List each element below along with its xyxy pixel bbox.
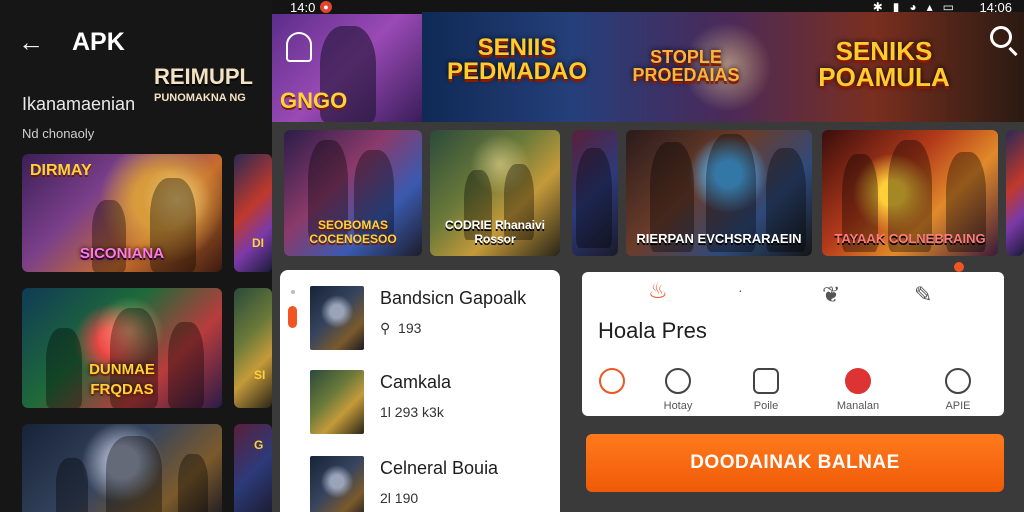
list-item[interactable]: Celneral Bouia 2l 190 [310,456,550,512]
tile-caption-top: DUNMAE [89,361,155,378]
section-subtitle: Nd chonaoly [22,126,95,141]
account-icon[interactable] [286,32,312,62]
nav-item-profile[interactable]: Poile [726,368,806,412]
user-icon [945,368,971,394]
app-bar: ← APK [0,20,272,64]
game-tile[interactable]: DUNMAE FRQDAS [22,288,222,408]
scroll-indicator[interactable] [288,306,297,328]
page-title: APK [72,28,125,56]
overlay-logo: REIMUPL PUNOMAKNA NG [154,64,272,114]
tag-icon[interactable]: ❦ [822,282,840,308]
game-tile[interactable]: DIRMAY SICONIANA [22,154,222,272]
list-item-title: Camkala [380,372,452,392]
card-caption: RIERPAN EVCHSRARAEIN [636,231,802,246]
card-caption: CODRIE Rhanaivi Rossor [444,218,546,246]
list-item-meta: ⚲ 193 [380,320,422,336]
edit-icon[interactable]: ✎ [914,282,932,308]
app-name: Hoala Pres [598,318,707,343]
card-caption: SEOBOMAS COCENOESOO [309,218,397,246]
scroll-dot [291,290,295,294]
chat-icon [599,368,625,394]
arrow-left-icon[interactable]: ← [18,28,46,56]
list-item-meta: 2l 190 [380,490,419,506]
app-screen: ← APK REIMUPL PUNOMAKNA NG Ikanamaenian … [0,0,1024,512]
list-item[interactable]: Camkala 1l 293 k3k [310,370,550,440]
notification-icon: ● [320,1,332,13]
game-tile-partial[interactable]: G [234,424,272,512]
game-card[interactable]: RIERPAN EVCHSRARAEIN [626,130,812,256]
tile-caption: FRQDAS [90,381,154,398]
shield-icon [665,368,691,394]
app-thumbnail [310,456,364,512]
nav-item-apk[interactable]: APIE [918,368,998,412]
app-details: ♨ · ❦ ✎ Hoala Pres Hotay Poile Manalan A… [582,262,1004,416]
folder-icon [753,368,779,394]
arrow-badge [954,262,964,272]
overlay-logo-bottom: PUNOMAKNA NG [154,92,246,104]
status-time: 14:0 [290,0,316,15]
app-thumbnail [310,370,364,434]
game-icon [845,368,871,394]
list-item-title: Celneral Bouia [380,458,499,478]
overlay-logo-top: REIMUPL [154,64,253,89]
list-item-count: 193 [398,320,422,336]
list-item-meta: 1l 293 k3k [380,404,444,420]
tile-logo: DIRMAY [30,162,92,179]
banner-logo: GNGO [280,88,348,113]
tile-caption: SICONIANA [79,245,165,262]
list-item-title: Bandsicn Gapoalk [380,288,527,308]
banner-title: SENIIS PEDMADAO [446,34,587,85]
search-icon[interactable] [990,26,1012,48]
app-list: Bandsicn Gapoalk ⚲ 193 Camkala 1l 293 k3… [280,270,560,512]
app-thumbnail [310,286,364,350]
tile-caption: SI [254,368,266,382]
banner-title: STOPLE PROEDAIAS [632,47,740,85]
left-panel: ← APK REIMUPL PUNOMAKNA NG Ikanamaenian … [0,0,272,512]
content-area: SEOBOMAS COCENOESOO CODRIE Rhanaivi Ross… [272,122,1024,512]
game-tile[interactable] [22,424,222,512]
nav-item-history[interactable]: Hotay [638,368,718,412]
tile-caption: DI [252,236,264,250]
list-item[interactable]: Bandsicn Gapoalk ⚲ 193 [310,286,550,356]
featured-banner[interactable]: SENIIS PEDMADAO STOPLE PROEDAIAS SENIKS … [422,12,1024,122]
profile-banner[interactable]: GNGO [272,14,422,122]
game-card[interactable]: CODRIE Rhanaivi Rossor [430,130,560,256]
card-caption: TAYAAK COLNEBRAING [834,231,986,246]
dot-icon: · [738,282,743,298]
game-card-partial[interactable] [1006,130,1024,256]
section-title: Ikanamaenian [22,94,136,114]
game-tile-partial[interactable]: SI [234,288,272,408]
game-tile-partial[interactable]: DI [234,154,272,272]
download-button[interactable]: DOODAINAK BALNAE [586,434,1004,492]
game-card[interactable] [572,130,618,256]
app-logo-icon: ♨ [648,278,668,303]
game-card[interactable]: SEOBOMAS COCENOESOO [284,130,422,256]
tile-caption: G [254,438,264,452]
nav-item-manage[interactable]: Manalan [818,368,898,412]
game-card[interactable]: TAYAAK COLNEBRAING [822,130,998,256]
banner-title: SENIKS POAMULA [818,36,950,92]
